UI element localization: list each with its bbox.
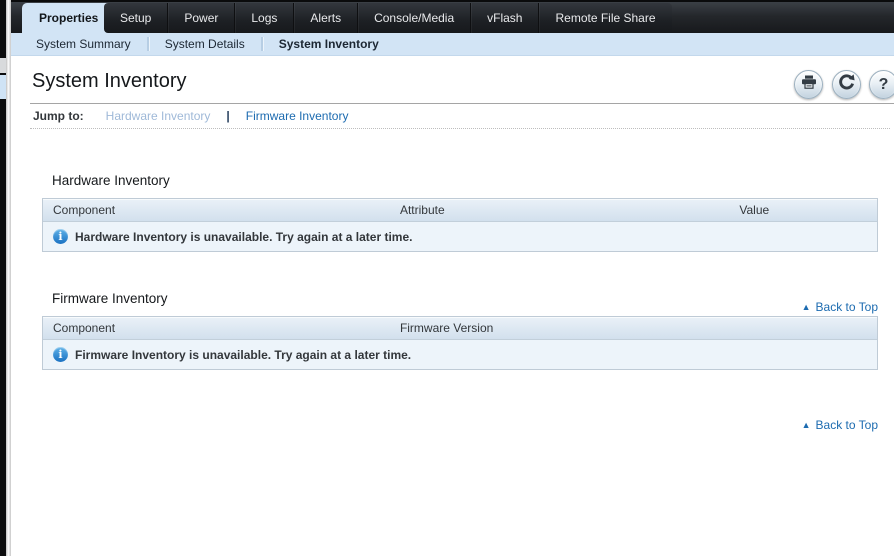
jump-row-divider — [30, 128, 890, 129]
hardware-table-header: Component Attribute Value — [43, 199, 877, 222]
column-header-attribute: Attribute — [399, 203, 445, 217]
subtab-system-summary[interactable]: System Summary — [33, 37, 134, 51]
printer-icon — [801, 75, 817, 94]
back-to-top-label: Back to Top — [815, 300, 878, 314]
tab-properties[interactable]: Properties — [22, 3, 116, 33]
back-to-top-link-1[interactable]: ▲ Back to Top — [802, 300, 878, 314]
system-inventory-page: Properties Setup Power Logs Alerts Conso… — [0, 0, 894, 556]
refresh-button[interactable] — [832, 70, 861, 99]
column-header-component: Component — [53, 203, 116, 217]
column-header-component: Component — [53, 321, 116, 335]
up-triangle-icon: ▲ — [801, 420, 811, 430]
tab-vflash[interactable]: vFlash — [470, 3, 538, 33]
hardware-inventory-table: Component Attribute Value i Hardware Inv… — [42, 198, 878, 252]
page-title: System Inventory — [32, 70, 187, 92]
top-nav-tabs: Setup Power Logs Alerts Console/Media vF… — [104, 3, 672, 33]
hardware-unavailable-message: Hardware Inventory is unavailable. Try a… — [75, 229, 413, 244]
back-to-top-link-2[interactable]: ▲ Back to Top — [802, 418, 878, 432]
jump-link-hardware-inventory[interactable]: Hardware Inventory — [106, 109, 211, 123]
jump-to-label: Jump to: — [33, 109, 84, 123]
refresh-icon — [838, 73, 855, 96]
tab-logs[interactable]: Logs — [234, 3, 293, 33]
column-header-firmware-version: Firmware Version — [399, 321, 494, 335]
sub-nav-bar: System Summary System Details System Inv… — [11, 33, 894, 56]
column-header-value: Value — [739, 203, 770, 217]
header-divider — [30, 103, 894, 104]
firmware-inventory-section-title: Firmware Inventory — [52, 291, 168, 306]
subtab-separator — [146, 37, 149, 51]
firmware-unavailable-message: Firmware Inventory is unavailable. Try a… — [75, 347, 412, 362]
hardware-unavailable-row: i Hardware Inventory is unavailable. Try… — [43, 222, 877, 251]
up-triangle-icon: ▲ — [801, 302, 811, 312]
firmware-inventory-table: Component Firmware Version i Firmware In… — [42, 316, 878, 370]
tab-setup[interactable]: Setup — [104, 3, 167, 33]
tab-remote-file-share[interactable]: Remote File Share — [538, 3, 671, 33]
tab-console-media[interactable]: Console/Media — [357, 3, 470, 33]
jump-to-row: Jump to: Hardware Inventory | Firmware I… — [33, 109, 348, 123]
firmware-unavailable-row: i Firmware Inventory is unavailable. Try… — [43, 340, 877, 369]
subtab-system-inventory[interactable]: System Inventory — [276, 37, 382, 51]
help-button[interactable]: ? — [869, 70, 894, 99]
tab-power[interactable]: Power — [167, 3, 234, 33]
hardware-inventory-section-title: Hardware Inventory — [52, 173, 170, 188]
tab-alerts[interactable]: Alerts — [293, 3, 357, 33]
info-icon: i — [53, 229, 68, 244]
jump-link-separator: | — [226, 109, 230, 123]
print-button[interactable] — [794, 70, 823, 99]
jump-link-firmware-inventory[interactable]: Firmware Inventory — [246, 109, 349, 123]
subtab-separator — [260, 37, 263, 51]
help-icon: ? — [878, 75, 889, 93]
info-icon: i — [53, 347, 68, 362]
firmware-table-header: Component Firmware Version — [43, 317, 877, 340]
subtab-system-details[interactable]: System Details — [162, 37, 248, 51]
back-to-top-label: Back to Top — [815, 418, 878, 432]
frame-divider — [6, 0, 11, 556]
